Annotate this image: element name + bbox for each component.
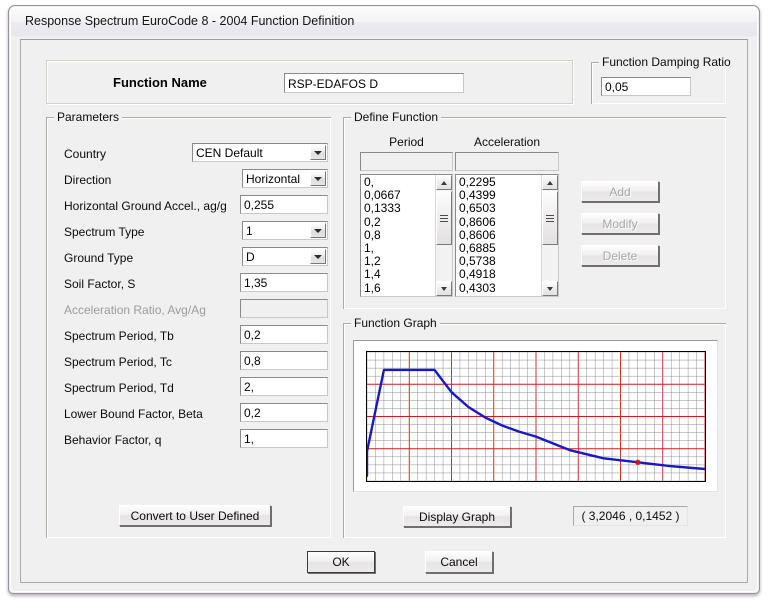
delete-button[interactable]: Delete (581, 245, 659, 266)
param-combo-3[interactable]: 1 (242, 221, 328, 240)
param-input-7[interactable]: 0,2 (240, 325, 328, 344)
param-combo-0[interactable]: CEN Default (192, 143, 328, 162)
plot-svg (367, 352, 705, 481)
convert-to-user-defined-button[interactable]: Convert to User Defined (119, 505, 271, 526)
damping-ratio-group-label: Function Damping Ratio (599, 55, 734, 69)
scrollbar-thumb[interactable] (436, 191, 452, 245)
param-label-10: Lower Bound Factor, Beta (64, 407, 203, 421)
display-graph-button[interactable]: Display Graph (403, 506, 511, 527)
function-graph-group-label: Function Graph (351, 316, 440, 330)
period-input[interactable] (360, 152, 453, 171)
param-input-8[interactable]: 0,8 (240, 351, 328, 370)
param-input-6 (240, 299, 328, 318)
window-title: Response Spectrum EuroCode 8 - 2004 Func… (25, 14, 355, 28)
param-combo-value-1: Horizontal (246, 171, 301, 186)
dialog-root: Response Spectrum EuroCode 8 - 2004 Func… (0, 0, 772, 607)
scrollbar-thumb[interactable] (542, 191, 558, 245)
acceleration-column-header: Acceleration (473, 135, 541, 149)
acceleration-scrollbar[interactable] (541, 175, 558, 296)
parameters-group-label: Parameters (54, 110, 123, 124)
acceleration-input[interactable] (455, 152, 559, 171)
graph-frame (353, 340, 718, 492)
scroll-down-icon[interactable] (542, 281, 558, 296)
chevron-down-icon[interactable] (310, 171, 326, 186)
param-combo-4[interactable]: D (242, 247, 328, 266)
dialog-window: Response Spectrum EuroCode 8 - 2004 Func… (8, 5, 760, 594)
param-label-8: Spectrum Period, Tc (64, 355, 172, 369)
function-name-input[interactable]: RSP-EDAFOS D (284, 73, 464, 93)
cancel-button[interactable]: Cancel (425, 551, 493, 573)
title-bar: Response Spectrum EuroCode 8 - 2004 Func… (11, 8, 757, 36)
scroll-up-icon[interactable] (542, 175, 558, 190)
param-label-1: Direction (64, 173, 112, 187)
modify-button[interactable]: Modify (581, 213, 659, 234)
damping-ratio-group: Function Damping Ratio 0,05 (591, 55, 734, 104)
param-label-9: Spectrum Period, Td (64, 381, 174, 395)
damping-ratio-input[interactable]: 0,05 (601, 77, 691, 96)
param-input-10[interactable]: 0,2 (240, 403, 328, 422)
param-combo-value-4: D (246, 249, 255, 264)
response-spectrum-plot[interactable] (366, 351, 706, 482)
selected-point-marker (635, 459, 641, 465)
ok-button[interactable]: OK (307, 551, 375, 573)
param-label-11: Behavior Factor, q (64, 433, 162, 447)
define-function-group: Define Function Period Acceleration 0, 0,… (343, 110, 726, 309)
parameters-group: Parameters Country CEN Default Direction Ho… (46, 110, 331, 538)
function-name-label: Function Name (113, 75, 207, 90)
function-name-panel: Function Name RSP-EDAFOS D (46, 60, 573, 104)
param-input-9[interactable]: 2, (240, 377, 328, 396)
chevron-down-icon[interactable] (310, 223, 326, 238)
period-column-header: Period (389, 135, 424, 149)
param-label-3: Spectrum Type (64, 225, 145, 239)
param-label-0: Country (64, 147, 107, 161)
param-input-11[interactable]: 1, (240, 429, 328, 448)
period-scrollbar[interactable] (435, 175, 452, 296)
dialog-client-area: Function Name RSP-EDAFOS D Function Damp… (20, 39, 748, 583)
param-input-2[interactable]: 0,255 (240, 195, 328, 214)
param-label-6: Acceleration Ratio, Avg/Ag (64, 303, 206, 317)
param-label-4: Ground Type (64, 251, 134, 265)
scroll-down-icon[interactable] (436, 281, 452, 296)
define-function-group-label: Define Function (351, 110, 442, 124)
period-listbox[interactable]: 0, 0,0667 0,1333 0,2 0,8 1, 1,2 1,4 1,6 (360, 174, 453, 297)
acceleration-listbox[interactable]: 0,2295 0,4399 0,6503 0,8606 0,8606 0,6885 0,57… (455, 174, 559, 297)
scroll-up-icon[interactable] (436, 175, 452, 190)
coordinate-readout: ( 3,2046 , 0,1452 ) (573, 506, 688, 526)
chevron-down-icon[interactable] (310, 249, 326, 264)
param-combo-1[interactable]: Horizontal (242, 169, 328, 188)
param-combo-value-0: CEN Default (196, 145, 263, 160)
add-button[interactable]: Add (581, 181, 659, 202)
param-label-5: Soil Factor, S (64, 277, 136, 291)
param-input-5[interactable]: 1,35 (240, 273, 328, 292)
chevron-down-icon[interactable] (310, 145, 326, 160)
param-label-7: Spectrum Period, Tb (64, 329, 174, 343)
param-combo-value-3: 1 (246, 223, 253, 238)
param-label-2: Horizontal Ground Accel., ag/g (64, 199, 227, 213)
function-graph-group: Function Graph Display Graph ( 3,2046 , … (343, 316, 726, 538)
